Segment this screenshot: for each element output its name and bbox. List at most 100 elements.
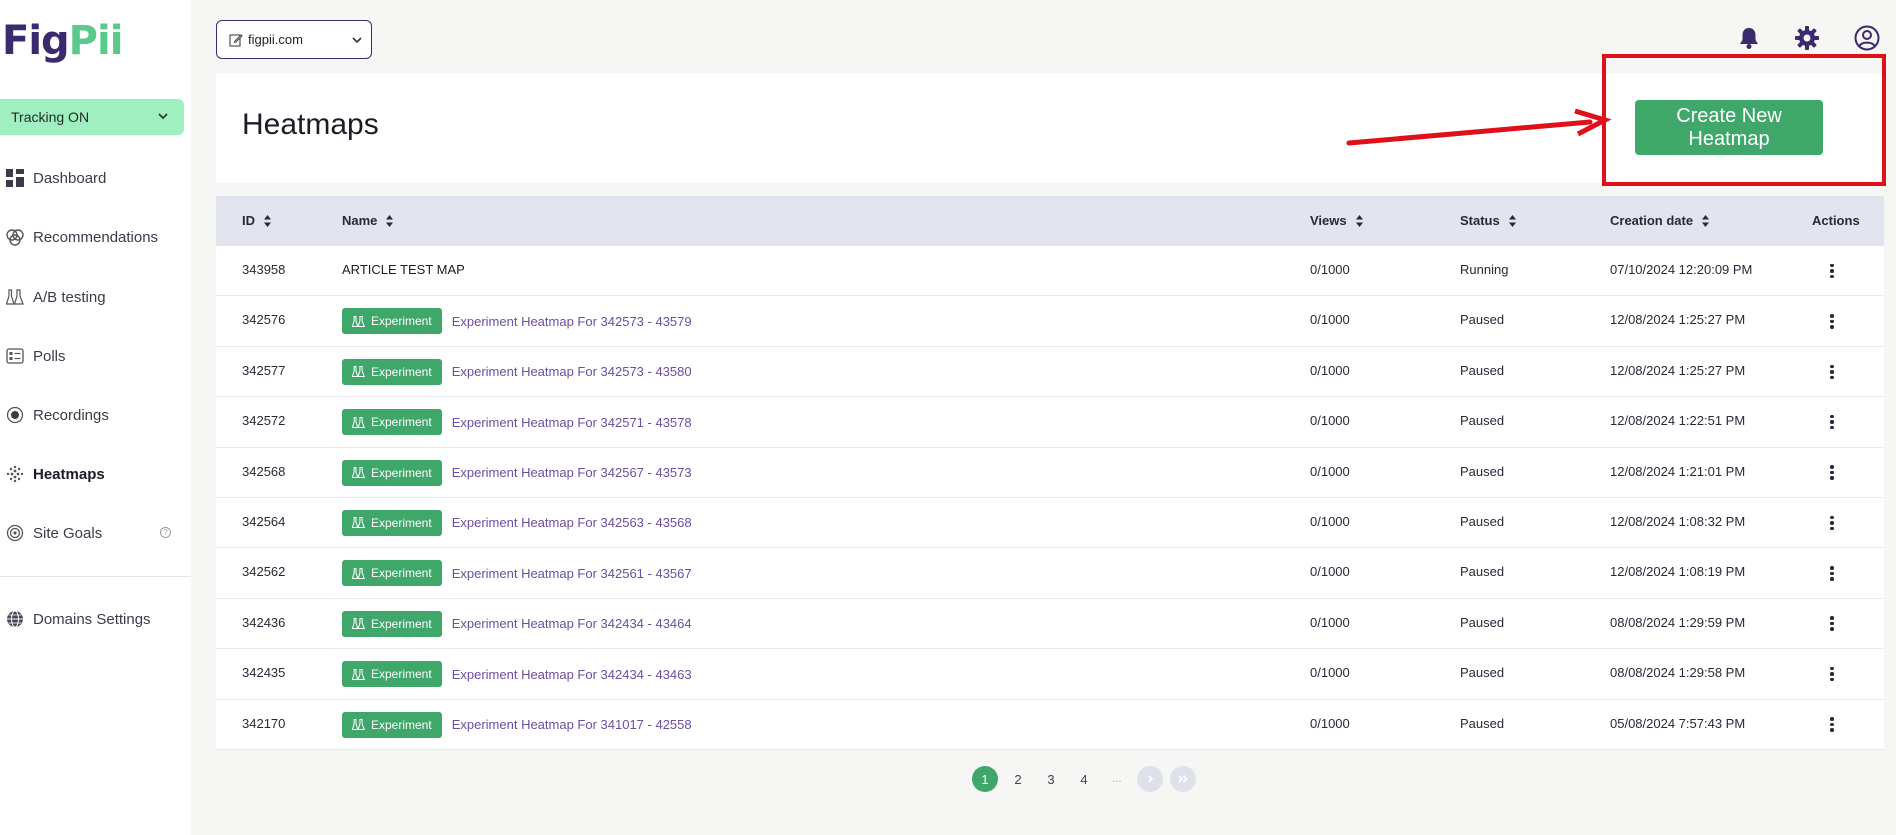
heatmap-name[interactable]: ARTICLE TEST MAP <box>342 262 465 277</box>
sidebar-item-label: Dashboard <box>33 169 107 187</box>
edit-icon <box>229 33 243 47</box>
status-cell: Running <box>1460 262 1509 277</box>
table-row[interactable]: 342436 Experiment Experiment Heatmap For 3… <box>216 598 1884 650</box>
page-button[interactable]: 2 <box>1005 766 1031 792</box>
status-cell: Paused <box>1460 564 1505 580</box>
figpii-logo[interactable]: FigPii <box>2 18 123 64</box>
views-cell: 0/1000 <box>1310 312 1350 328</box>
column-id[interactable]: ID <box>242 213 272 228</box>
flask-icon <box>352 567 365 579</box>
experiment-badge: Experiment <box>342 711 442 738</box>
sidebar-item-dashboard[interactable]: Dashboard <box>0 163 191 193</box>
chevron-down-icon <box>352 37 362 44</box>
flask-icon <box>352 618 365 630</box>
name-cell: ARTICLE TEST MAP <box>342 262 465 277</box>
flask-icon <box>352 315 365 327</box>
sort-icon <box>1508 214 1516 227</box>
table-row[interactable]: 342577 Experiment Experiment Heatmap For 3… <box>216 346 1884 398</box>
column-status[interactable]: Status <box>1460 213 1517 228</box>
row-actions-menu-icon[interactable] <box>1828 664 1836 684</box>
last-page-button[interactable] <box>1170 766 1196 792</box>
sidebar-item-domains-settings[interactable]: Domains Settings <box>0 604 191 634</box>
name-cell: Experiment Experiment Heatmap For 342567 … <box>342 459 692 486</box>
table-row[interactable]: 343958 ARTICLE TEST MAP 0/1000 Running 07/10… <box>216 246 1884 297</box>
column-views[interactable]: Views <box>1310 213 1364 228</box>
row-actions-menu-icon[interactable] <box>1828 311 1836 331</box>
sidebar: FigPii Tracking ON Dashboard Recommendat… <box>0 0 191 835</box>
tracking-toggle[interactable]: Tracking ON <box>0 99 184 135</box>
next-page-button[interactable] <box>1137 766 1163 792</box>
table-row[interactable]: 342564 Experiment Experiment Heatmap For 3… <box>216 497 1884 549</box>
name-cell: Experiment Experiment Heatmap For 342561 … <box>342 560 692 587</box>
heatmap-name-link[interactable]: Experiment Heatmap For 342573 - 43579 <box>452 314 692 329</box>
sidebar-item-site-goals[interactable]: Site Goals ? <box>0 518 191 548</box>
row-actions-menu-icon[interactable] <box>1828 715 1836 735</box>
row-actions-menu-icon[interactable] <box>1828 362 1836 382</box>
status-cell: Paused <box>1460 665 1505 681</box>
table-row[interactable]: 342572 Experiment Experiment Heatmap For 3… <box>216 397 1884 448</box>
creation-date-cell: 12/08/2024 1:25:27 PM <box>1610 312 1746 328</box>
bell-icon[interactable] <box>1735 24 1763 52</box>
sort-icon <box>1702 214 1710 227</box>
page-button[interactable]: 4 <box>1071 766 1097 792</box>
sidebar-item-recommendations[interactable]: Recommendations <box>0 222 191 252</box>
page-button[interactable]: 1 <box>972 766 998 792</box>
row-actions-menu-icon[interactable] <box>1828 563 1836 583</box>
page-button[interactable]: 3 <box>1038 766 1064 792</box>
flask-icon <box>352 366 365 378</box>
user-avatar-icon[interactable] <box>1853 24 1881 52</box>
sidebar-item-label: Domains Settings <box>33 610 151 628</box>
sidebar-item-label: Recordings <box>33 406 109 424</box>
column-creation-date[interactable]: Creation date <box>1610 213 1710 228</box>
sidebar-item-ab-testing[interactable]: A/B testing <box>0 282 191 312</box>
table-row[interactable]: 342170 Experiment Experiment Heatmap For 3… <box>216 699 1884 750</box>
double-chevron-right-icon <box>1178 775 1188 783</box>
heatmap-name-link[interactable]: Experiment Heatmap For 342571 - 43578 <box>452 415 692 430</box>
status-cell: Paused <box>1460 362 1505 378</box>
views-cell: 0/1000 <box>1310 513 1350 529</box>
name-cell: Experiment Experiment Heatmap For 342573 … <box>342 308 692 335</box>
page-title: Heatmaps <box>242 108 379 141</box>
globe-icon <box>4 608 26 630</box>
heatmap-name-link[interactable]: Experiment Heatmap For 341017 - 42558 <box>452 717 692 732</box>
sidebar-item-recordings[interactable]: Recordings <box>0 400 191 430</box>
sidebar-item-polls[interactable]: Polls <box>0 341 191 371</box>
creation-date-cell: 05/08/2024 7:57:43 PM <box>1610 715 1746 731</box>
name-cell: Experiment Experiment Heatmap For 342563 … <box>342 509 692 536</box>
brain-icon <box>4 226 26 248</box>
id-cell: 342170 <box>242 715 286 731</box>
heatmap-name-link[interactable]: Experiment Heatmap For 342567 - 43573 <box>452 465 692 480</box>
experiment-badge: Experiment <box>342 409 442 436</box>
heatmap-name-link[interactable]: Experiment Heatmap For 342563 - 43568 <box>452 515 692 530</box>
domain-select[interactable]: figpii.com <box>216 20 372 59</box>
flask-icon <box>352 416 365 428</box>
heatmap-name-link[interactable]: Experiment Heatmap For 342573 - 43580 <box>452 364 692 379</box>
help-icon[interactable]: ? <box>160 527 171 538</box>
table-row[interactable]: 342576 Experiment Experiment Heatmap For 3… <box>216 296 1884 347</box>
sidebar-item-heatmaps[interactable]: Heatmaps <box>0 459 191 489</box>
table-body: 343958 ARTICLE TEST MAP 0/1000 Running 07/10… <box>216 246 1884 750</box>
sidebar-item-label: Polls <box>33 347 66 365</box>
column-name[interactable]: Name <box>342 213 394 228</box>
row-actions-menu-icon[interactable] <box>1828 513 1836 533</box>
creation-date-cell: 12/08/2024 1:08:19 PM <box>1610 564 1746 580</box>
experiment-badge: Experiment <box>342 560 442 587</box>
row-actions-menu-icon[interactable] <box>1828 614 1836 634</box>
table-row[interactable]: 342568 Experiment Experiment Heatmap For 3… <box>216 447 1884 498</box>
table-row[interactable]: 342562 Experiment Experiment Heatmap For 3… <box>216 548 1884 599</box>
sidebar-divider <box>0 576 191 577</box>
name-cell: Experiment Experiment Heatmap For 342434 … <box>342 610 692 637</box>
chevron-down-icon <box>158 113 168 120</box>
row-actions-menu-icon[interactable] <box>1828 261 1836 281</box>
sidebar-item-label: A/B testing <box>33 288 106 306</box>
heatmap-name-link[interactable]: Experiment Heatmap For 342561 - 43567 <box>452 566 692 581</box>
row-actions-menu-icon[interactable] <box>1828 463 1836 483</box>
gear-icon[interactable] <box>1793 24 1821 52</box>
sidebar-item-label: Site Goals <box>33 524 103 542</box>
heatmap-name-link[interactable]: Experiment Heatmap For 342434 - 43464 <box>452 616 692 631</box>
row-actions-menu-icon[interactable] <box>1828 412 1836 432</box>
heatmap-name-link[interactable]: Experiment Heatmap For 342434 - 43463 <box>452 667 692 682</box>
name-cell: Experiment Experiment Heatmap For 342573 … <box>342 358 692 385</box>
table-row[interactable]: 342435 Experiment Experiment Heatmap For 3… <box>216 649 1884 700</box>
name-cell: Experiment Experiment Heatmap For 342571 … <box>342 409 692 436</box>
